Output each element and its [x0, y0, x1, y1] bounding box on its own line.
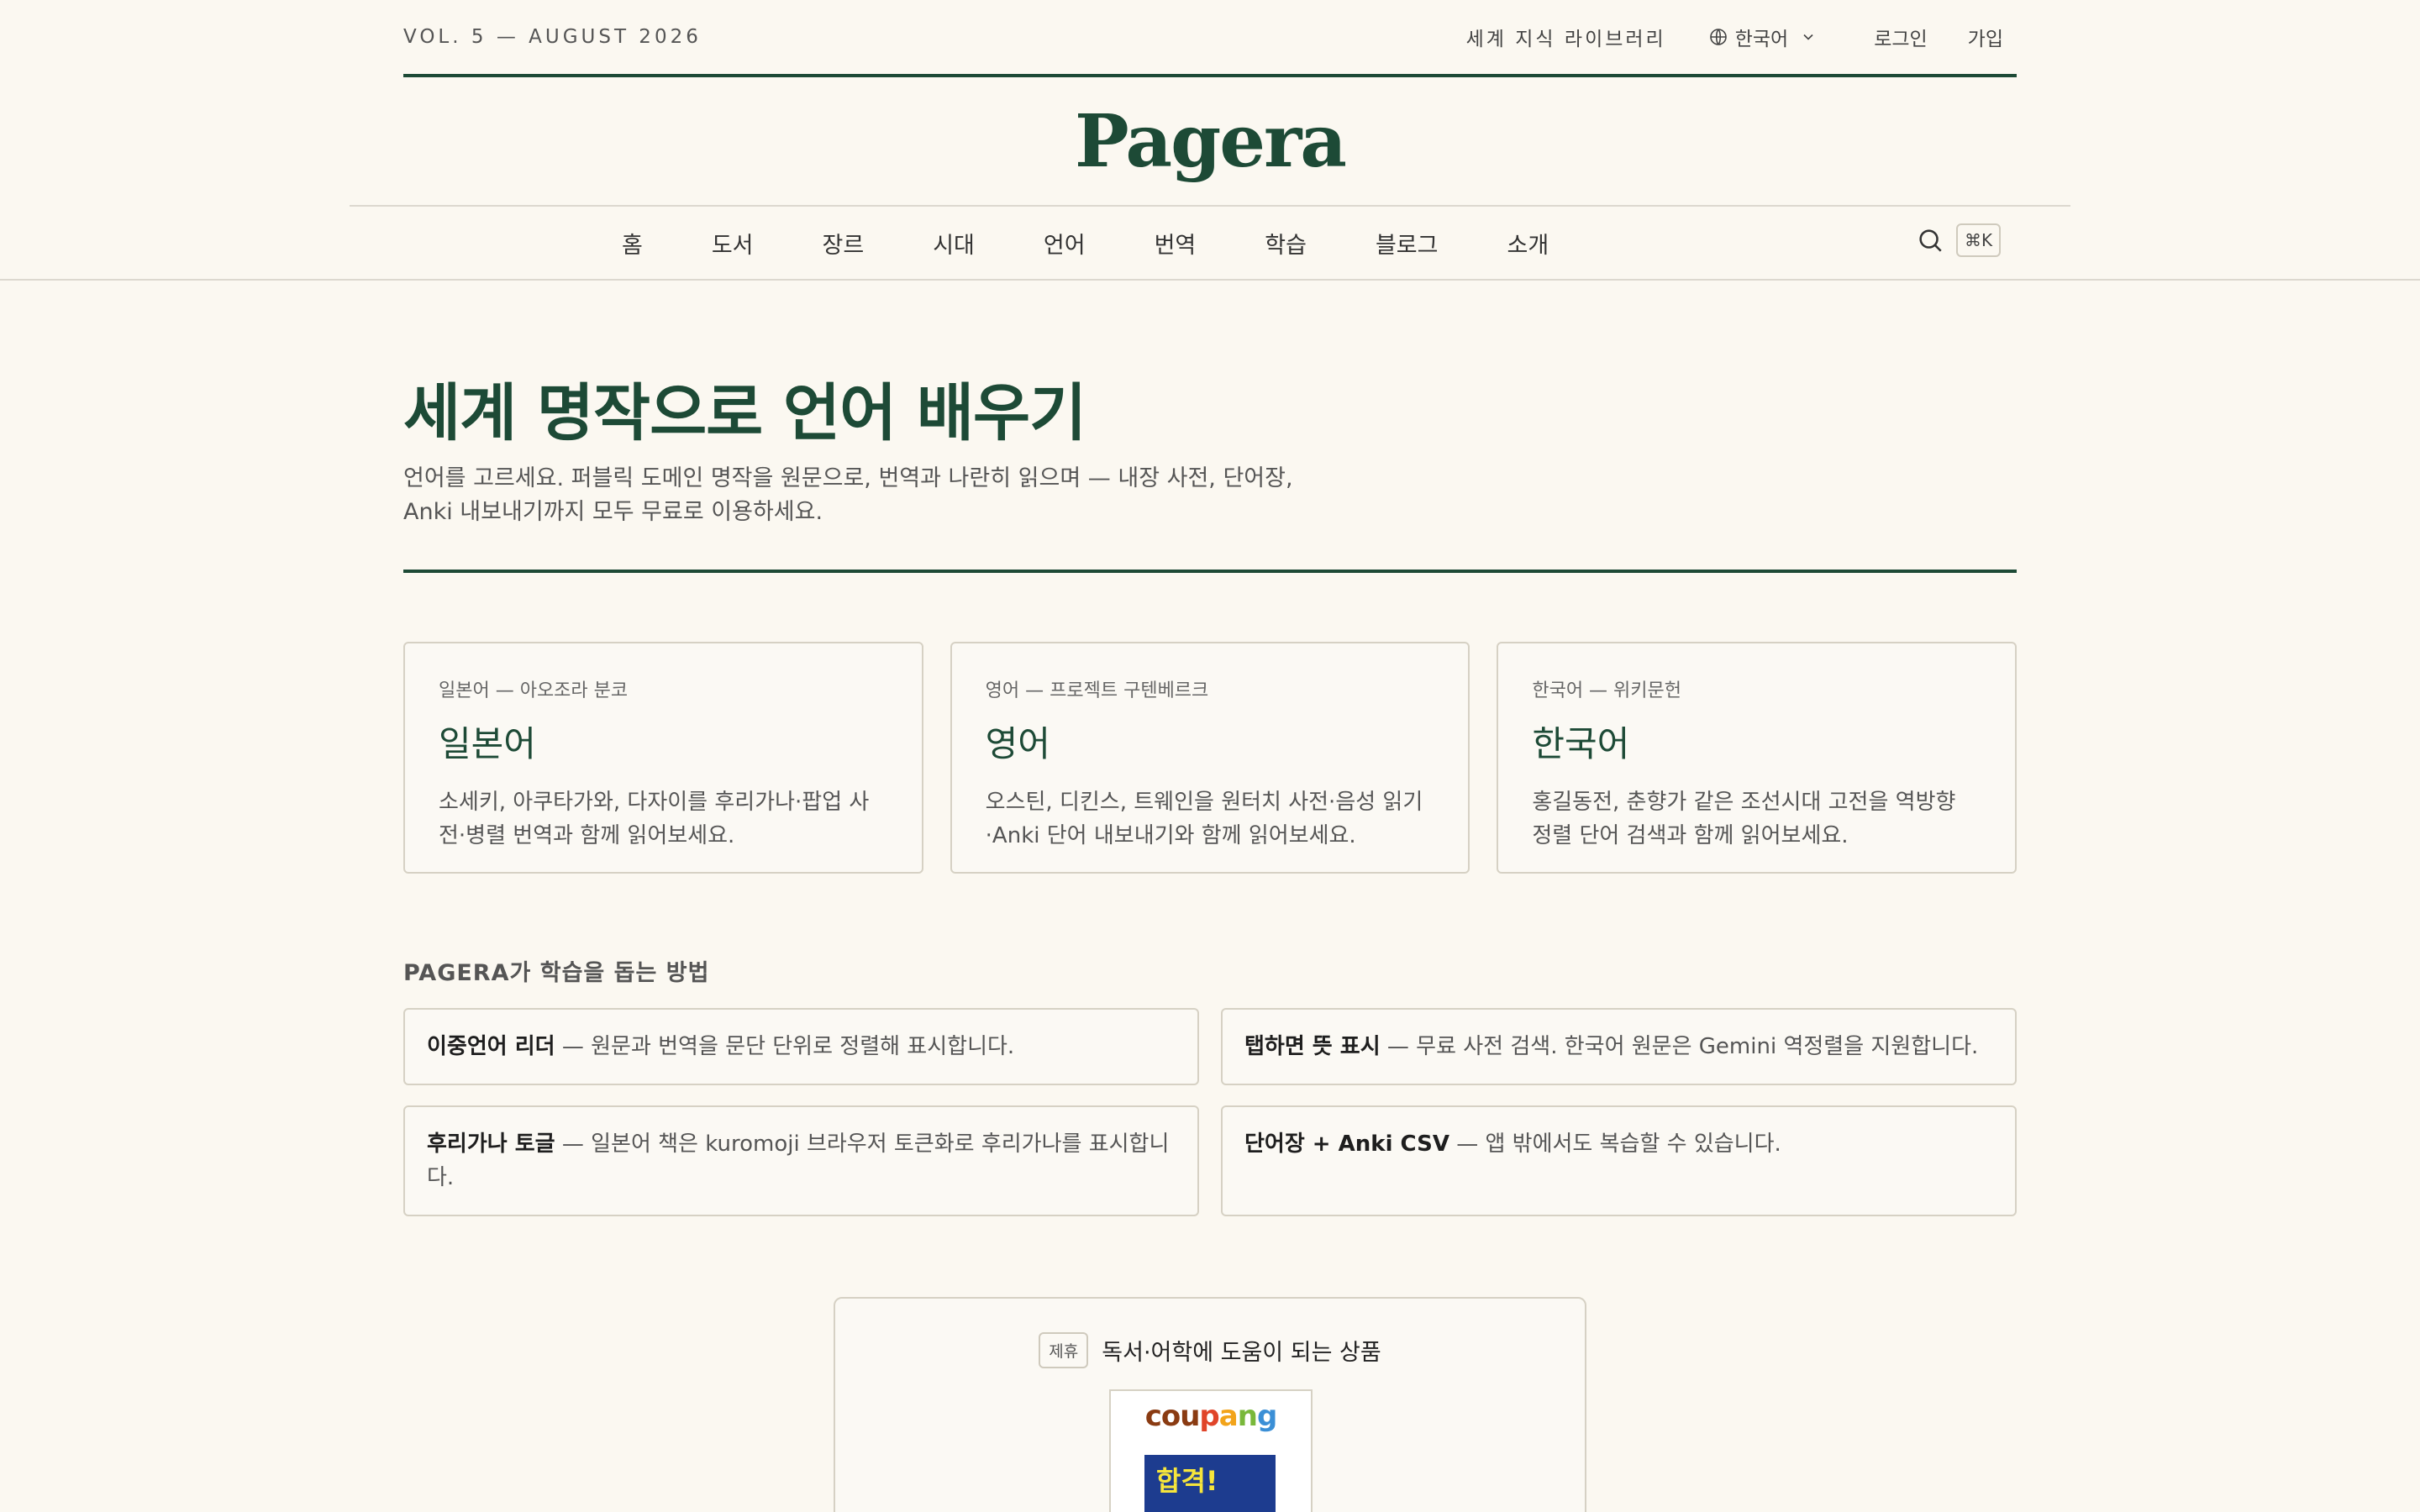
feature-title: 이중언어 리더 — [427, 1034, 555, 1059]
logo-row: Pagera — [0, 77, 2420, 205]
language-card-korean[interactable]: 한국어 — 위키문헌 한국어 홍길동전, 춘향가 같은 조선시대 고전을 역방향… — [1497, 642, 2018, 874]
feature-desc: — 무료 사전 검색. 한국어 원문은 Gemini 역정렬을 지원합니다. — [1380, 1034, 1979, 1059]
feature-item: 이중언어 리더 — 원문과 번역을 문단 단위로 정렬해 표시합니다. — [403, 1008, 1199, 1085]
feature-title: 단어장 + Anki CSV — [1244, 1131, 1449, 1157]
main-nav: 홈 도서 장르 시대 언어 번역 학습 블로그 소개 ⌘K — [0, 207, 2420, 281]
login-link[interactable]: 로그인 — [1874, 23, 1927, 51]
signup-link[interactable]: 가입 — [1968, 23, 2003, 51]
nav-item-translations[interactable]: 번역 — [1155, 227, 1197, 260]
card-description: 홍길동전, 춘향가 같은 조선시대 고전을 역방향 정렬 단어 검색과 함께 읽… — [1532, 790, 1956, 848]
feature-item: 후리가나 토글 — 일본어 책은 kuromoji 브라우저 토큰화로 후리가나… — [403, 1105, 1199, 1216]
nav-items: 홈 도서 장르 시대 언어 번역 학습 블로그 소개 — [622, 207, 1618, 279]
affiliate-product[interactable]: coupang 합격! — [1109, 1389, 1313, 1512]
features-heading: PAGERA가 학습을 돕는 방법 — [403, 960, 710, 986]
card-title: 한국어 — [1532, 723, 1630, 764]
site-logo[interactable]: Pagera — [1075, 99, 1347, 184]
library-link[interactable]: 세계 지식 라이브러리 — [1466, 23, 1666, 51]
feature-desc: — 앱 밖에서도 복습할 수 있습니다. — [1449, 1131, 1781, 1157]
feature-item: 탭하면 뜻 표시 — 무료 사전 검색. 한국어 원문은 Gemini 역정렬을… — [1221, 1008, 2017, 1085]
nav-item-books[interactable]: 도서 — [712, 227, 754, 260]
globe-icon — [1709, 29, 1727, 45]
card-title: 영어 — [985, 723, 1050, 764]
search-icon — [1919, 229, 1942, 252]
product-text: 합격! — [1156, 1465, 1218, 1497]
nav-item-languages[interactable]: 언어 — [1044, 227, 1086, 260]
chevron-down-icon — [1803, 34, 1813, 40]
language-selector[interactable]: 한국어 — [1708, 23, 1817, 51]
nav-item-learning[interactable]: 학습 — [1265, 227, 1307, 260]
feature-title: 탭하면 뜻 표시 — [1244, 1034, 1381, 1059]
affiliate-box: 제휴 독서·어학에 도움이 되는 상품 coupang 합격! — [834, 1297, 1586, 1512]
language-card-japanese[interactable]: 일본어 — 아오조라 분코 일본어 소세키, 아쿠타가와, 다자이를 후리가나·… — [403, 642, 923, 874]
card-title: 일본어 — [439, 723, 536, 764]
search-shortcut-badge: ⌘K — [1956, 223, 2002, 257]
feature-desc: — 원문과 번역을 문단 단위로 정렬해 표시합니다. — [555, 1034, 1015, 1059]
language-card-english[interactable]: 영어 — 프로젝트 구텐베르크 영어 오스틴, 디킨스, 트웨인을 원터치 사전… — [950, 642, 1470, 874]
volume-label: VOL. 5 — AUGUST 2026 — [403, 26, 702, 48]
card-kicker: 영어 — 프로젝트 구텐베르크 — [985, 680, 1209, 701]
search-button[interactable]: ⌘K — [1916, 223, 2002, 257]
coupang-logo: coupang — [1144, 1399, 1278, 1433]
top-utility-bar: VOL. 5 — AUGUST 2026 세계 지식 라이브러리 한국어 로그인… — [403, 0, 2017, 77]
language-label: 한국어 — [1734, 29, 1789, 50]
hero-divider — [403, 570, 2017, 573]
features-grid: 이중언어 리더 — 원문과 번역을 문단 단위로 정렬해 표시합니다. 탭하면 … — [403, 1008, 2017, 1216]
affiliate-title: 독서·어학에 도움이 되는 상품 — [1102, 1340, 1381, 1366]
nav-item-about[interactable]: 소개 — [1507, 227, 1549, 260]
card-description: 소세키, 아쿠타가와, 다자이를 후리가나·팝업 사전·병렬 번역과 함께 읽어… — [439, 790, 870, 848]
page-subtitle: 언어를 고르세요. 퍼블릭 도메인 명작을 원문으로, 번역과 나란히 읽으며 … — [403, 465, 1293, 525]
nav-item-home[interactable]: 홈 — [622, 227, 643, 260]
nav-item-blog[interactable]: 블로그 — [1376, 227, 1439, 260]
affiliate-header: 제휴 독서·어학에 도움이 되는 상품 — [835, 1332, 1585, 1368]
nav-item-eras[interactable]: 시대 — [933, 227, 975, 260]
feature-title: 후리가나 토글 — [427, 1131, 555, 1157]
card-kicker: 한국어 — 위키문헌 — [1532, 680, 1682, 701]
language-cards: 일본어 — 아오조라 분코 일본어 소세키, 아쿠타가와, 다자이를 후리가나·… — [403, 642, 2018, 874]
card-description: 오스틴, 디킨스, 트웨인을 원터치 사전·음성 읽기·Anki 단어 내보내기… — [985, 790, 1423, 848]
card-kicker: 일본어 — 아오조라 분코 — [439, 680, 629, 701]
feature-item: 단어장 + Anki CSV — 앱 밖에서도 복습할 수 있습니다. — [1221, 1105, 2017, 1216]
top-right-links: 세계 지식 라이브러리 한국어 로그인 가입 — [1466, 23, 2017, 51]
product-image: 합격! — [1144, 1455, 1276, 1512]
page-title: 세계 명작으로 언어 배우기 — [403, 377, 1086, 449]
affiliate-badge: 제휴 — [1039, 1332, 1089, 1368]
nav-item-genres[interactable]: 장르 — [823, 227, 865, 260]
